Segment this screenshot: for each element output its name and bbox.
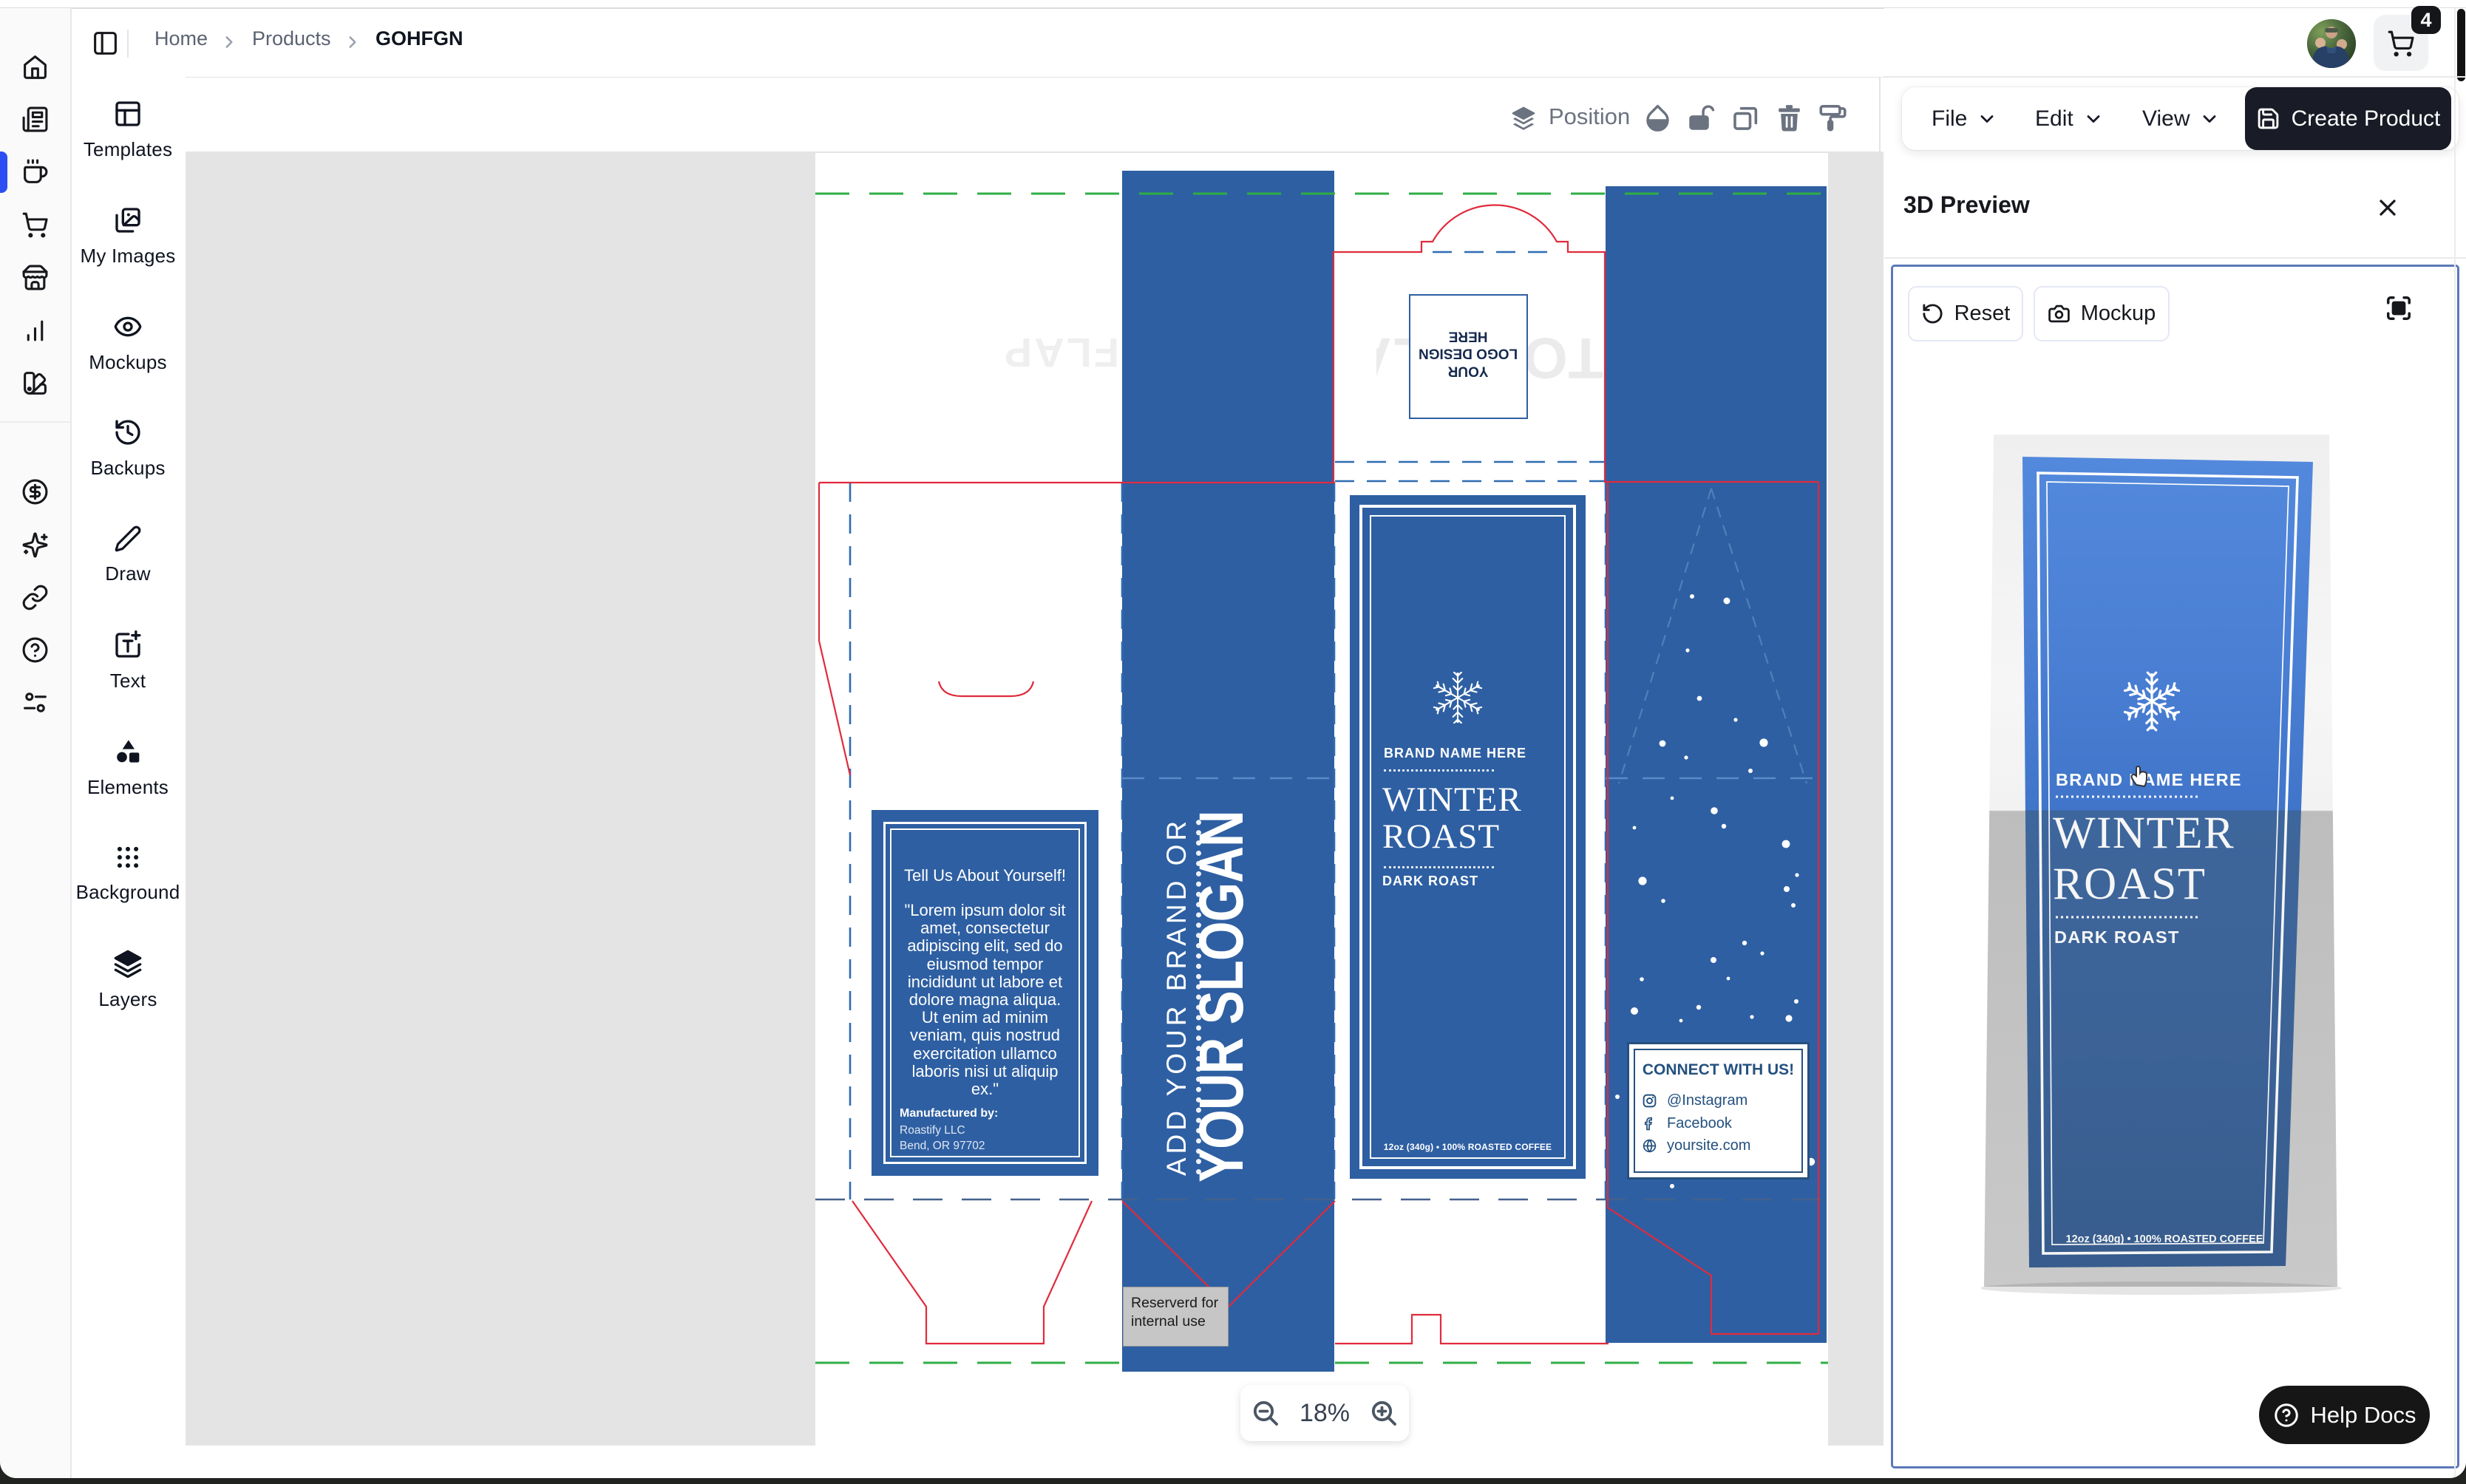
svg-text:BRAND NAME HERE: BRAND NAME HERE bbox=[2056, 770, 2242, 789]
